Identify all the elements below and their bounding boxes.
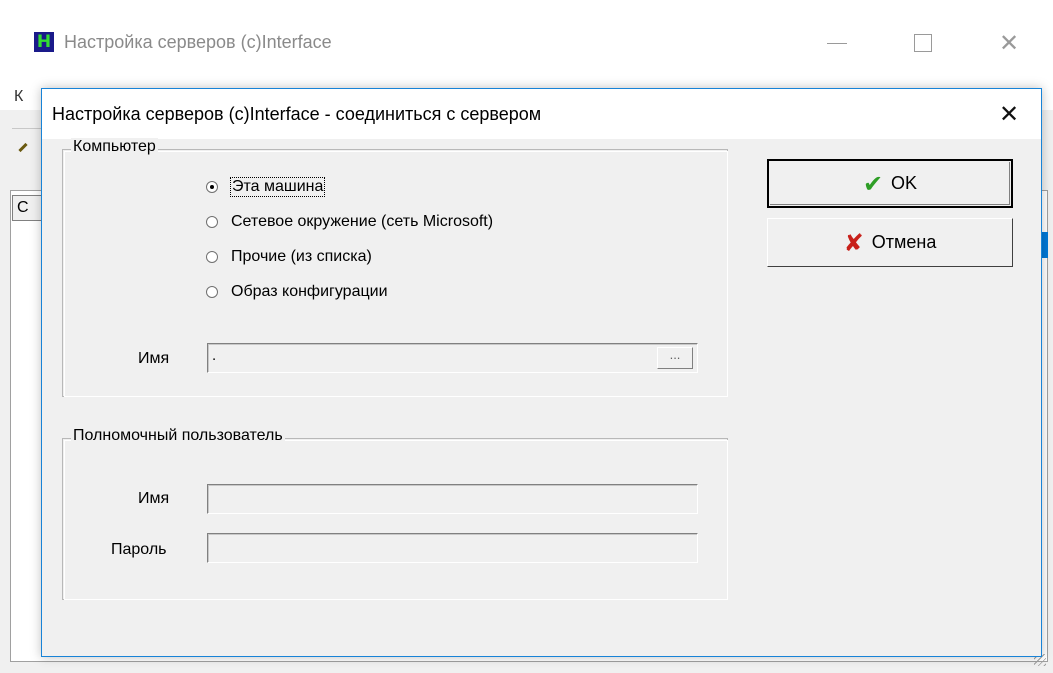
minimize-button[interactable]	[822, 28, 852, 58]
radio-button-checked[interactable]	[206, 181, 218, 193]
cancel-button[interactable]: ✘ Отмена	[767, 218, 1013, 267]
radio-network-neighborhood[interactable]: Сетевое окружение (сеть Microsoft)	[206, 213, 493, 231]
radio-label: Прочие (из списка)	[231, 248, 372, 265]
radio-label: Образ конфигурации	[231, 283, 388, 300]
authorized-user-group-legend: Полномочный пользователь	[71, 427, 285, 445]
close-icon[interactable]: ✕	[992, 97, 1026, 131]
parent-close-button[interactable]: ✕	[994, 28, 1024, 58]
edit-icon[interactable]	[16, 140, 30, 154]
computer-name-label: Имя	[138, 350, 170, 367]
computer-name-field[interactable]: . ...	[207, 343, 698, 373]
radio-button[interactable]	[206, 286, 218, 298]
cancel-button-label: Отмена	[871, 232, 937, 252]
dialog-title: Настройка серверов (c)Interface - соедин…	[52, 104, 542, 124]
computer-group: Компьютер Эта машина Сетевое окружение (…	[62, 138, 728, 397]
ok-button-label: OK	[891, 173, 918, 193]
radio-button[interactable]	[206, 216, 218, 228]
radio-label: Эта машина	[229, 177, 326, 197]
computer-name-value: .	[212, 347, 217, 364]
maximize-button[interactable]	[908, 28, 938, 58]
user-name-field[interactable]	[207, 484, 698, 514]
ok-button[interactable]: ✔ OK	[767, 159, 1013, 208]
app-icon: H	[34, 32, 54, 52]
dialog-titlebar: Настройка серверов (c)Interface - соедин…	[42, 89, 1041, 139]
parent-window-title: Настройка серверов (c)Interface	[64, 32, 332, 52]
radio-label: Сетевое окружение (сеть Microsoft)	[231, 213, 494, 230]
password-field[interactable]	[207, 533, 698, 563]
x-icon: ✘	[843, 228, 864, 257]
user-name-label: Имя	[138, 490, 170, 507]
radio-others-from-list[interactable]: Прочие (из списка)	[206, 248, 372, 266]
password-label: Пароль	[111, 541, 167, 558]
computer-group-legend: Компьютер	[71, 138, 158, 156]
app-icon-glyph: H	[36, 32, 52, 52]
radio-button[interactable]	[206, 251, 218, 263]
connect-dialog: Настройка серверов (c)Interface - соедин…	[41, 88, 1042, 657]
browse-button[interactable]: ...	[657, 347, 693, 369]
radio-configuration-image[interactable]: Образ конфигурации	[206, 283, 388, 301]
parent-column-header[interactable]: C	[12, 195, 42, 221]
parent-titlebar: H Настройка серверов (c)Interface ✕	[0, 0, 1053, 82]
radio-this-machine[interactable]: Эта машина	[206, 177, 326, 197]
parent-menu-item[interactable]: К	[14, 88, 23, 106]
check-icon: ✔	[862, 169, 884, 198]
authorized-user-group: Полномочный пользователь Имя Пароль	[62, 427, 728, 600]
